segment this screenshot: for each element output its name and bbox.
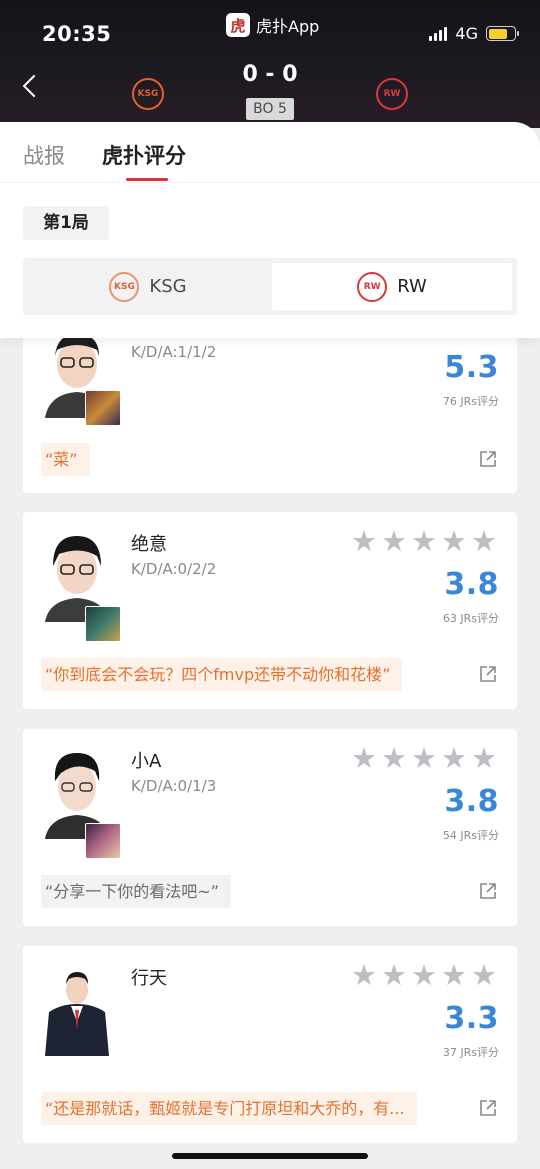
hero-portrait — [85, 390, 121, 426]
hero-portrait — [85, 606, 121, 642]
player-rating: 3.8 — [444, 567, 499, 602]
star-icon[interactable]: ★ — [351, 960, 377, 990]
team-name: KSG — [149, 276, 187, 297]
game-selector[interactable]: 第1局 — [23, 206, 109, 240]
star-icon[interactable]: ★ — [351, 526, 377, 556]
star-icon[interactable]: ★ — [411, 960, 437, 990]
status-indicators: 4G — [429, 24, 519, 43]
star-icon[interactable]: ★ — [441, 743, 467, 773]
divider — [0, 182, 540, 183]
star-icon[interactable]: ★ — [381, 743, 407, 773]
rating-votes: 54 JRs评分 — [442, 829, 499, 842]
rw-logo-icon: RW — [357, 271, 388, 302]
tab-panel: 战报 虎扑评分 第1局 KSG KSG RW RW — [0, 122, 540, 338]
hero-portrait — [85, 823, 121, 859]
player-card[interactable]: 绝意 K/D/A:0/2/2 ★ ★ ★ ★ ★ 3.8 63 JRs评分 “你… — [23, 512, 517, 709]
share-icon[interactable] — [479, 1099, 497, 1117]
rw-team-logo: RW — [376, 78, 408, 110]
top-comment[interactable]: “还是那就话，甄姬就是专门打原坦和大乔的，有... — [41, 1092, 417, 1125]
rating-votes: 37 JRs评分 — [442, 1046, 499, 1059]
player-card[interactable]: 小A K/D/A:0/1/3 ★ ★ ★ ★ ★ 3.8 54 JRs评分 “分… — [23, 729, 517, 926]
tab-rating[interactable]: 虎扑评分 — [102, 140, 186, 170]
rating-stars[interactable]: ★ ★ ★ ★ ★ — [351, 526, 497, 556]
team-option-ksg[interactable]: KSG KSG — [28, 263, 268, 310]
share-icon[interactable] — [479, 450, 497, 468]
player-rating: 5.3 — [444, 350, 499, 385]
ksg-logo-icon: KSG — [109, 271, 140, 302]
share-icon[interactable] — [479, 665, 497, 683]
network-label: 4G — [455, 24, 478, 43]
status-app-name: 虎扑App — [256, 17, 320, 36]
team-switch: KSG KSG RW RW — [23, 258, 517, 315]
player-name: 行天 — [131, 968, 167, 989]
hupu-logo-icon: 虎 — [226, 13, 250, 37]
tab-active-indicator — [126, 178, 168, 181]
star-icon[interactable]: ★ — [381, 526, 407, 556]
tab-news[interactable]: 战报 — [23, 140, 65, 170]
player-rating: 3.3 — [444, 1001, 499, 1036]
star-icon[interactable]: ★ — [471, 960, 497, 990]
star-icon[interactable]: ★ — [441, 960, 467, 990]
player-name: 小A — [131, 751, 162, 772]
player-rating: 3.8 — [444, 784, 499, 819]
team-name: RW — [397, 276, 427, 297]
status-app: 虎 虎扑App — [226, 13, 319, 37]
match-header: 20:35 虎 虎扑App 4G KSG 0 - 0 BO 5 RW — [0, 0, 540, 128]
player-avatar — [41, 966, 113, 1056]
top-comment[interactable]: “你到底会不会玩？四个fmvp还带不动你和花楼” — [41, 658, 403, 691]
rating-votes: 76 JRs评分 — [442, 395, 499, 408]
rating-stars[interactable]: ★ ★ ★ ★ ★ — [351, 960, 497, 990]
star-icon[interactable]: ★ — [441, 526, 467, 556]
star-icon[interactable]: ★ — [381, 960, 407, 990]
player-name: 绝意 — [131, 534, 167, 555]
star-icon[interactable]: ★ — [471, 526, 497, 556]
player-kda: K/D/A:0/2/2 — [131, 560, 217, 578]
star-icon[interactable]: ★ — [411, 526, 437, 556]
rating-votes: 63 JRs评分 — [442, 612, 499, 625]
share-icon[interactable] — [479, 882, 497, 900]
player-kda: K/D/A:0/1/3 — [131, 777, 217, 795]
star-icon[interactable]: ★ — [471, 743, 497, 773]
player-card[interactable]: 行天 ★ ★ ★ ★ ★ 3.3 37 JRs评分 “还是那就话，甄姬就是专门打… — [23, 946, 517, 1143]
battery-icon — [486, 26, 519, 41]
star-icon[interactable]: ★ — [411, 743, 437, 773]
team-option-rw[interactable]: RW RW — [272, 263, 512, 310]
comment-prompt[interactable]: “分享一下你的看法吧~” — [41, 875, 231, 908]
rating-stars[interactable]: ★ ★ ★ ★ ★ — [351, 743, 497, 773]
star-icon[interactable]: ★ — [351, 743, 377, 773]
match-score: 0 - 0 — [242, 62, 298, 87]
player-kda: K/D/A:1/1/2 — [131, 343, 217, 361]
match-format-badge: BO 5 — [246, 98, 294, 120]
status-time: 20:35 — [42, 22, 112, 46]
signal-icon — [429, 26, 448, 41]
home-indicator — [172, 1153, 368, 1159]
top-comment[interactable]: “菜” — [41, 443, 90, 476]
